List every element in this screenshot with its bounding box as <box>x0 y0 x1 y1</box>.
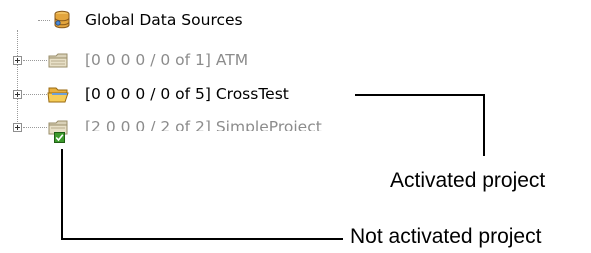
folder-open-icon <box>47 84 71 104</box>
callout-not-activated-label: Not activated project <box>350 225 542 248</box>
checkmark-badge-icon <box>54 128 65 143</box>
tree-item-atm-label: [0 0 0 0 / 0 of 1] ATM <box>85 51 249 69</box>
database-icon <box>52 10 72 30</box>
tree-root-label: Global Data Sources <box>85 11 243 29</box>
callout-not-activated-horizontal <box>61 238 343 240</box>
tree-guide-root <box>38 20 50 21</box>
tree-guide-atm <box>23 60 47 61</box>
callout-activated-label: Activated project <box>390 169 546 192</box>
folder-closed-icon <box>47 50 69 70</box>
tree-item-simpleproject-label: [2 0 0 0 / 2 of 2] SimpleProject <box>85 118 322 136</box>
tree-item-crosstest-label: [0 0 0 0 / 0 of 5] CrossTest <box>85 85 289 103</box>
expand-crosstest-toggle[interactable] <box>13 90 22 99</box>
expand-atm-toggle[interactable] <box>13 56 22 65</box>
tree-guide-crosstest <box>23 94 47 95</box>
tree-guide-simpleproject <box>23 127 47 128</box>
callout-activated-vertical <box>483 94 485 156</box>
callout-not-activated-vertical <box>61 149 63 240</box>
callout-activated-horizontal <box>355 94 485 96</box>
expand-simpleproject-toggle[interactable] <box>13 123 22 132</box>
tree-guide-vertical <box>17 30 18 128</box>
